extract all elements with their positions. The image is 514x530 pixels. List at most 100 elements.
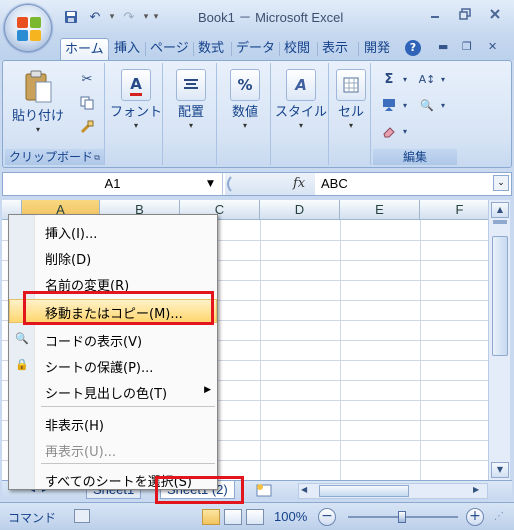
office-button[interactable] <box>4 4 52 52</box>
name-box[interactable]: A1 <box>3 173 223 195</box>
redo-dropdown-icon[interactable]: ▾ <box>142 7 150 27</box>
tab-home[interactable]: ホーム <box>60 38 109 60</box>
vertical-scrollbar[interactable]: ▲ ▼ <box>488 200 510 480</box>
style-group: A スタイル ▾ <box>273 63 329 165</box>
menu-item-label: シート見出しの色(T) <box>45 387 168 402</box>
style-icon-glyph: A <box>295 76 307 94</box>
customize-qat-icon[interactable]: ▾ <box>152 7 160 27</box>
ribbon-restore-icon[interactable]: ❐ <box>462 40 472 53</box>
column-header-e[interactable]: E <box>340 200 420 220</box>
menu-item-view-code[interactable]: 🔍 コードの表示(V) <box>9 327 217 351</box>
scroll-right-icon[interactable]: ▶ <box>473 485 485 497</box>
scroll-down-icon[interactable]: ▼ <box>491 462 509 478</box>
insert-sheet-icon[interactable] <box>254 482 274 502</box>
redo-icon[interactable]: ↷ <box>118 7 140 27</box>
close-icon[interactable] <box>482 4 508 24</box>
expand-formula-bar-icon[interactable]: ⌄ <box>493 175 509 191</box>
clear-dropdown-icon[interactable]: ▾ <box>395 121 415 141</box>
alignment-button[interactable]: 配置 ▾ <box>162 69 220 130</box>
page-break-view-icon[interactable] <box>246 509 264 525</box>
formula-bar: A1 ▼ fx ABC ⌄ <box>2 172 512 196</box>
format-painter-icon[interactable] <box>77 117 97 137</box>
save-icon[interactable] <box>60 7 82 27</box>
excel-window: ↶ ▾ ↷ ▾ ▾ Book1 － Microsoft Excel ホーム 挿入… <box>0 0 514 530</box>
restore-icon[interactable] <box>452 4 478 24</box>
zoom-level[interactable]: 100% <box>274 509 307 524</box>
macro-record-icon[interactable] <box>74 509 90 523</box>
font-button[interactable]: A フォント ▾ <box>107 69 165 130</box>
cut-icon[interactable]: ✂ <box>77 69 97 89</box>
scroll-up-icon[interactable]: ▲ <box>491 202 509 218</box>
clipboard-group-label: クリップボード <box>5 149 104 165</box>
menu-item-label: 削除(D) <box>45 253 92 268</box>
font-icon: A <box>121 69 151 101</box>
menu-item-tab-color[interactable]: シート見出しの色(T) ▶ <box>9 379 217 403</box>
cells-icon <box>336 69 366 101</box>
tab-view[interactable]: 表示 <box>318 38 352 60</box>
cells-group: セル ▾ <box>331 63 371 165</box>
find-dropdown-icon[interactable]: ▾ <box>433 95 453 115</box>
zoom-out-icon[interactable]: − <box>318 508 336 526</box>
copy-icon[interactable] <box>77 93 97 113</box>
cells-button[interactable]: セル ▾ <box>322 69 380 130</box>
undo-dropdown-icon[interactable]: ▾ <box>108 7 116 27</box>
vertical-scroll-thumb[interactable] <box>492 236 508 356</box>
zoom-slider-thumb[interactable] <box>398 511 406 523</box>
undo-icon[interactable]: ↶ <box>84 7 106 27</box>
window-title: Book1 － Microsoft Excel <box>198 10 344 25</box>
scroll-left-icon[interactable]: ◀ <box>301 485 313 497</box>
split-handle[interactable] <box>493 220 507 224</box>
sort-dropdown-icon[interactable]: ▾ <box>433 69 453 89</box>
column-header-f[interactable]: F <box>420 200 488 220</box>
insert-function-icon[interactable]: fx <box>293 176 305 191</box>
status-mode: コマンド <box>8 511 57 525</box>
status-bar: コマンド 100% − + ⋰ <box>0 502 514 530</box>
resize-grip-icon[interactable]: ⋰ <box>494 511 504 522</box>
clipboard-launcher-icon[interactable]: ⧉ <box>94 153 100 163</box>
paste-dropdown-icon[interactable]: ▾ <box>7 125 69 134</box>
fill-dropdown-icon[interactable]: ▾ <box>395 95 415 115</box>
alignment-icon <box>176 69 206 101</box>
tab-data[interactable]: データ <box>232 38 279 60</box>
tab-formulas[interactable]: 数式 <box>194 38 228 60</box>
tab-insert[interactable]: 挿入 <box>110 38 144 60</box>
menu-item-label: 再表示(U)... <box>45 445 117 460</box>
gridline <box>260 220 261 480</box>
number-group: % 数値 ▾ <box>219 63 271 165</box>
autosum-dropdown-icon[interactable]: ▾ <box>395 69 415 89</box>
cells-dropdown-icon: ▾ <box>348 121 353 130</box>
name-box-dropdown-icon[interactable]: ▼ <box>207 173 214 195</box>
menu-item-label: 非表示(H) <box>45 419 104 434</box>
ribbon-minimize-icon[interactable]: ▬ <box>438 40 448 53</box>
normal-view-icon[interactable] <box>202 509 220 525</box>
number-label: 数値 <box>231 105 258 120</box>
formula-input[interactable]: ABC <box>321 173 348 195</box>
menu-item-protect-sheet[interactable]: 🔒 シートの保護(P)... <box>9 353 217 377</box>
tab-developer[interactable]: 開発 <box>360 38 394 60</box>
number-button[interactable]: % 数値 ▾ <box>216 69 274 130</box>
column-header-d[interactable]: D <box>260 200 340 220</box>
alignment-dropdown-icon: ▾ <box>188 121 193 130</box>
menu-separator <box>41 463 215 464</box>
page-layout-view-icon[interactable] <box>224 509 242 525</box>
ribbon: 貼り付け ▾ ✂ クリップボード ⧉ A フォント ▾ 配置 ▾ % 数値 ▾ … <box>2 60 512 168</box>
ribbon-close-icon[interactable]: ✕ <box>488 40 497 53</box>
minimize-icon[interactable] <box>422 4 448 24</box>
tab-separator <box>108 42 109 56</box>
tab-page-layout[interactable]: ページ <box>146 38 193 60</box>
tab-review[interactable]: 校閲 <box>280 38 314 60</box>
horizontal-scroll-thumb[interactable] <box>319 485 409 497</box>
submenu-arrow-icon: ▶ <box>204 385 211 395</box>
help-icon[interactable]: ? <box>405 40 421 56</box>
zoom-in-icon[interactable]: + <box>466 508 484 526</box>
horizontal-scrollbar[interactable]: ◀ ▶ <box>298 483 488 499</box>
paste-button[interactable]: 貼り付け ▾ <box>7 69 69 134</box>
tab-separator <box>358 42 359 56</box>
highlight-box-move-copy <box>23 291 214 325</box>
percent-icon-glyph: % <box>237 76 253 94</box>
number-dropdown-icon: ▾ <box>242 121 247 130</box>
lock-icon: 🔒 <box>15 358 29 371</box>
menu-item-delete[interactable]: 削除(D) <box>9 245 217 269</box>
menu-item-insert[interactable]: 挿入(I)... <box>9 219 217 243</box>
menu-item-hide[interactable]: 非表示(H) <box>9 411 217 435</box>
